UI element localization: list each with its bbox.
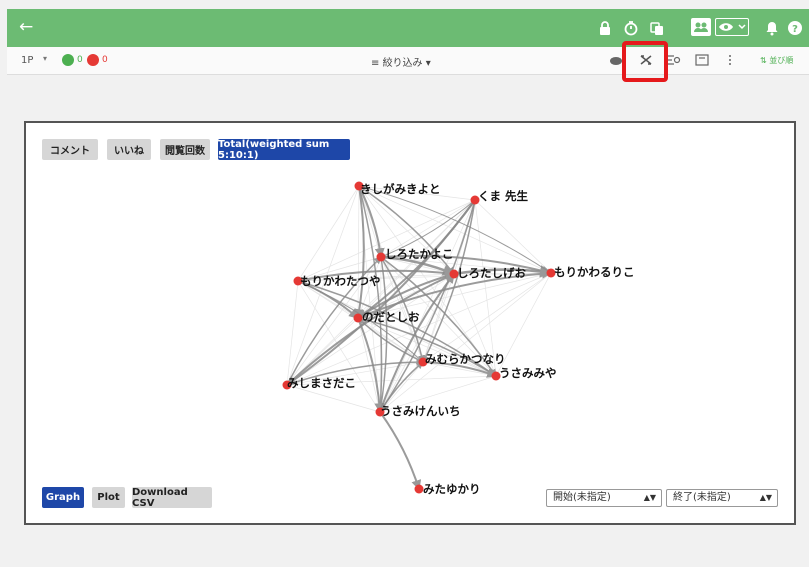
bad-count: 0 [102,55,108,65]
sort-button[interactable]: ⇅ 並び順 [760,55,793,66]
node-label-morikawaru: もりかわるりこ [554,265,635,279]
node-label-mimura: みむらかつなり [425,352,506,366]
chevron-down-icon: ▾ [422,58,431,69]
node-label-shirotashi: しろたしげお [457,266,526,280]
node-label-noda: のだとしお [362,310,420,324]
graph-edge-faint [422,272,552,363]
node-label-kishigami: きしがみきよと [360,182,441,196]
sort-icon: ⇅ [760,56,770,65]
graph-edge-usamiken-mitayukari [379,411,422,491]
graph-edge-faint [474,199,552,274]
plot-view-button[interactable]: Plot [92,487,125,508]
node-label-shirotaka: しろたかよこ [385,247,454,261]
card-view-icon[interactable] [695,54,709,66]
bad-face-icon [87,54,99,66]
chevron-down-icon[interactable]: ▾ [43,54,47,63]
filter-button[interactable]: ≡ 絞り込み ▾ [371,54,431,69]
help-icon[interactable]: ? [787,20,803,36]
node-label-usamimiya: うさみみや [499,366,557,380]
group-button[interactable] [691,18,711,36]
select-arrows-icon: ▲▼ [759,493,772,502]
select-arrows-icon: ▲▼ [643,493,656,502]
node-label-usamiken: うさみけんいち [380,404,461,418]
timer-icon[interactable] [623,20,639,36]
back-arrow-icon[interactable]: ← [19,17,33,37]
good-face-icon [62,54,74,66]
bell-icon[interactable] [764,20,780,36]
group-icon [694,22,708,32]
sort-label: 並び順 [769,56,794,65]
end-date-select[interactable]: 終了(未指定) ▲▼ [666,489,778,507]
copy-icon[interactable] [649,20,665,36]
graph-edge-faint [357,185,360,319]
start-select-label: 開始(未指定) [553,492,611,503]
node-label-morikawata: もりかわたつや [300,274,381,288]
graph-panel: コメント いいね 閲覧回数 Total(weighted sum 5:10:1)… [24,121,796,525]
top-app-bar: ← ? [7,9,809,47]
sub-toolbar: 1P ▾ 0 0 ≡ 絞り込み ▾ ⇅ 並び順 [7,47,809,75]
cloud-icon[interactable] [609,54,623,66]
graph-edge-faint [379,272,552,413]
download-csv-button[interactable]: Download CSV [132,487,212,509]
good-count: 0 [77,55,83,65]
lock-icon[interactable] [597,20,613,36]
graph-view-button[interactable]: Graph [42,487,84,508]
node-label-mitayukari: みたゆかり [423,482,481,496]
node-label-kuma: くま 先生 [478,189,529,203]
node-label-mishima: みしまさだこ [287,376,356,390]
filter-label: 絞り込み [382,58,423,69]
more-vert-icon[interactable] [723,54,737,66]
end-select-label: 終了(未指定) [673,492,731,503]
eye-icon [719,23,746,31]
start-date-select[interactable]: 開始(未指定) ▲▼ [546,489,662,507]
highlight-box [622,41,668,82]
svg-text:?: ? [792,24,798,35]
page-selector[interactable]: 1P [21,55,33,66]
search-list-icon[interactable] [667,54,681,66]
visibility-dropdown[interactable] [715,18,749,36]
filter-icon: ≡ [371,58,383,69]
